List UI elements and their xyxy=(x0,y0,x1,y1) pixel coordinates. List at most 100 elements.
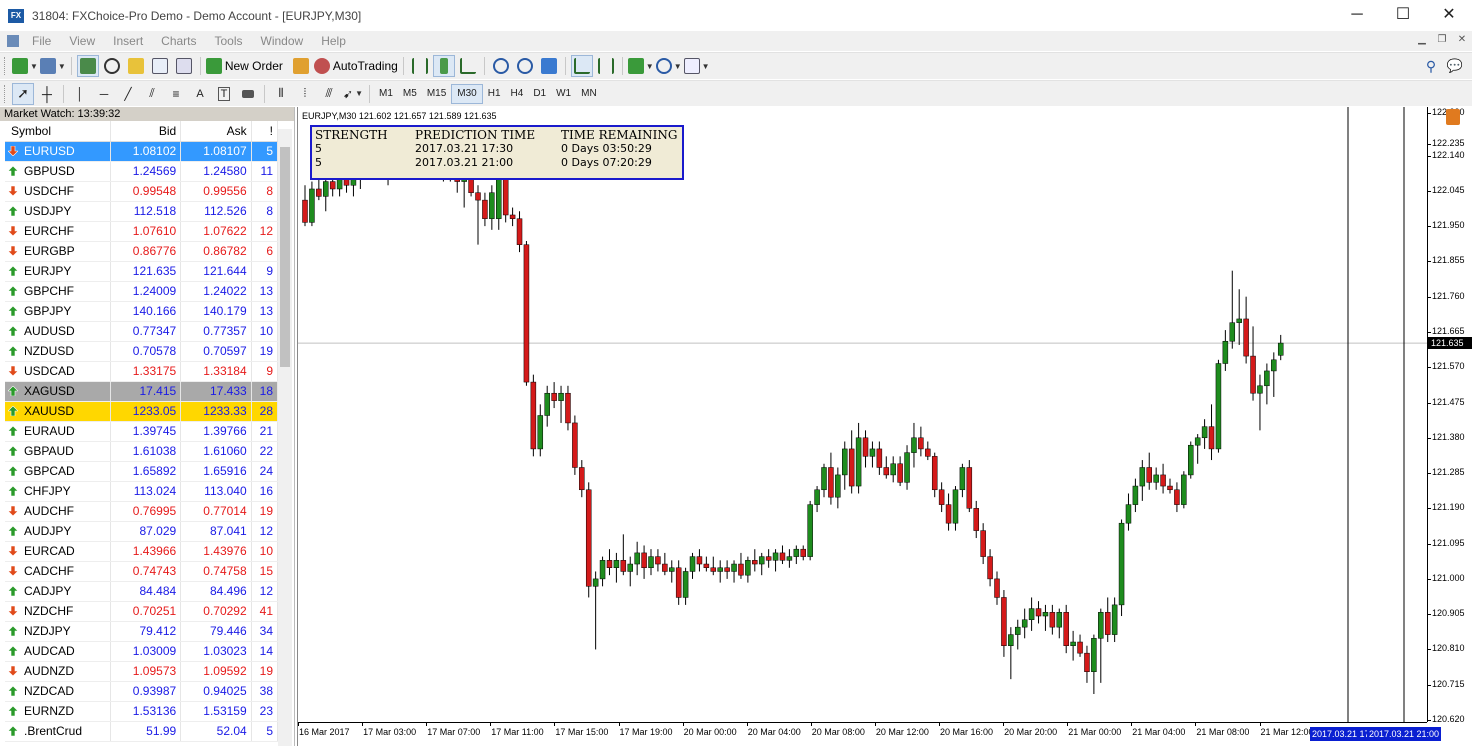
menu-charts[interactable]: Charts xyxy=(152,34,205,48)
metaeditor-button[interactable] xyxy=(290,55,312,77)
chat-button[interactable]: 💬 xyxy=(1444,55,1466,77)
market-watch-toggle[interactable] xyxy=(76,55,99,77)
market-watch-row[interactable]: NZDJPY 79.412 79.446 34 xyxy=(5,621,279,642)
market-watch-row[interactable]: XAGUSD 17.415 17.433 18 xyxy=(5,381,279,402)
market-watch-row[interactable]: EURCAD 1.43966 1.43976 10 xyxy=(5,541,279,562)
maximize-button[interactable]: ☐ xyxy=(1380,0,1426,31)
market-watch-row[interactable]: EURAUD 1.39745 1.39766 21 xyxy=(5,421,279,442)
crosshair-button[interactable]: ┼ xyxy=(36,83,58,105)
market-watch-row[interactable]: XAUUSD 1233.05 1233.33 28 xyxy=(5,401,279,422)
arrows-button[interactable]: ➹ ▼ xyxy=(342,83,364,105)
minimize-button[interactable]: ─ xyxy=(1334,0,1380,31)
timeframe-h1[interactable]: H1 xyxy=(483,84,506,104)
market-watch-row[interactable]: CADJPY 84.484 84.496 12 xyxy=(5,581,279,602)
mdi-restore-icon[interactable]: ❐ xyxy=(1436,34,1448,46)
gann-fan-button[interactable]: ⦀ xyxy=(270,83,292,105)
market-watch-row[interactable]: CADCHF 0.74743 0.74758 15 xyxy=(5,561,279,582)
strategy-tester-toggle[interactable] xyxy=(173,55,195,77)
column-header-bid[interactable]: Bid xyxy=(110,121,182,142)
horizontal-line-button[interactable]: ─ xyxy=(93,83,115,105)
column-header-symbol[interactable]: Symbol xyxy=(5,121,111,142)
chart-window-icon[interactable] xyxy=(7,35,19,47)
timeframe-m30[interactable]: M30 xyxy=(451,83,483,104)
indicators-button[interactable]: ▼ xyxy=(627,55,654,77)
menu-window[interactable]: Window xyxy=(252,34,313,48)
fibonacci-button[interactable]: ≡ xyxy=(165,83,187,105)
market-watch-scrollbar[interactable] xyxy=(278,129,292,746)
market-watch-row[interactable]: GBPCAD 1.65892 1.65916 24 xyxy=(5,461,279,482)
market-watch-row[interactable]: .BrentCrud 51.99 52.04 5 xyxy=(5,721,279,742)
market-watch-row[interactable]: USDCHF 0.99548 0.99556 8 xyxy=(5,181,279,202)
menu-insert[interactable]: Insert xyxy=(104,34,152,48)
terminal-toggle[interactable] xyxy=(149,55,171,77)
market-watch-row[interactable]: AUDCAD 1.03009 1.03023 14 xyxy=(5,641,279,662)
candlestick-chart[interactable] xyxy=(298,107,1427,722)
column-header-ask[interactable]: Ask xyxy=(180,121,252,142)
mdi-close-icon[interactable]: ✕ xyxy=(1456,34,1468,46)
zoom-out-button[interactable] xyxy=(514,55,536,77)
line-chart-button[interactable] xyxy=(457,55,479,77)
vertical-line-button[interactable]: │ xyxy=(69,83,91,105)
timeframe-h4[interactable]: H4 xyxy=(506,84,529,104)
bar-chart-button[interactable] xyxy=(409,55,431,77)
toolbar-grip[interactable] xyxy=(4,57,8,75)
tile-windows-button[interactable] xyxy=(538,55,560,77)
data-window-toggle[interactable] xyxy=(101,55,123,77)
close-button[interactable]: ✕ xyxy=(1426,0,1472,31)
candlestick-button[interactable] xyxy=(432,55,455,77)
market-watch-row[interactable]: EURUSD 1.08102 1.08107 5 xyxy=(5,141,279,162)
menu-help[interactable]: Help xyxy=(312,34,355,48)
market-watch-row[interactable]: AUDJPY 87.029 87.041 12 xyxy=(5,521,279,542)
mdi-minimize-icon[interactable]: ▁ xyxy=(1416,34,1428,46)
autoscroll-button[interactable] xyxy=(570,55,593,77)
time-axis[interactable]: 16 Mar 2017 17 Mar 03:00 17 Mar 07:00 17 Ma… xyxy=(298,722,1442,746)
timeframe-m5[interactable]: M5 xyxy=(398,84,422,104)
scrollbar-thumb[interactable] xyxy=(280,147,290,367)
timeframe-m15[interactable]: M15 xyxy=(422,84,451,104)
market-watch-row[interactable]: EURGBP 0.86776 0.86782 6 xyxy=(5,241,279,262)
text-button[interactable]: A xyxy=(189,83,211,105)
timeframe-w1[interactable]: W1 xyxy=(551,84,576,104)
market-watch-row[interactable]: EURNZD 1.53136 1.53159 23 xyxy=(5,701,279,722)
timeframe-mn[interactable]: MN xyxy=(576,84,602,104)
market-watch-row[interactable]: NZDCAD 0.93987 0.94025 38 xyxy=(5,681,279,702)
market-watch-row[interactable]: GBPUSD 1.24569 1.24580 11 xyxy=(5,161,279,182)
cursor-button[interactable]: ➚ xyxy=(12,82,34,105)
timeframe-d1[interactable]: D1 xyxy=(528,84,551,104)
market-watch-row[interactable]: USDJPY 112.518 112.526 8 xyxy=(5,201,279,222)
market-watch-row[interactable]: USDCAD 1.33175 1.33184 9 xyxy=(5,361,279,382)
market-watch-row[interactable]: GBPJPY 140.166 140.179 13 xyxy=(5,301,279,322)
market-watch-row[interactable]: EURCHF 1.07610 1.07622 12 xyxy=(5,221,279,242)
toolbar-grip[interactable] xyxy=(4,84,8,103)
search-button[interactable]: ⚲ xyxy=(1420,55,1442,77)
menu-file[interactable]: File xyxy=(23,34,60,48)
market-watch-row[interactable]: NZDUSD 0.70578 0.70597 19 xyxy=(5,341,279,362)
new-order-button[interactable]: New Order xyxy=(205,55,283,77)
market-watch-row[interactable]: GBPCHF 1.24009 1.24022 13 xyxy=(5,281,279,302)
timeframe-m1[interactable]: M1 xyxy=(374,84,398,104)
navigator-toggle[interactable] xyxy=(125,55,147,77)
profiles-button[interactable]: ▼ xyxy=(39,55,66,77)
chart-shift-button[interactable] xyxy=(595,55,617,77)
zoom-in-button[interactable] xyxy=(490,55,512,77)
new-chart-button[interactable]: ▼ xyxy=(12,55,38,77)
cycle-lines-button[interactable]: ⦙ xyxy=(294,83,316,105)
market-watch-row[interactable]: AUDNZD 1.09573 1.09592 19 xyxy=(5,661,279,682)
market-watch-row[interactable]: AUDCHF 0.76995 0.77014 19 xyxy=(5,501,279,522)
market-watch-row[interactable]: EURJPY 121.635 121.644 9 xyxy=(5,261,279,282)
price-axis[interactable]: 122.230122.235122.140122.045121.950121.8… xyxy=(1427,107,1472,724)
menu-tools[interactable]: Tools xyxy=(206,34,252,48)
periods-button[interactable]: ▼ xyxy=(655,55,682,77)
market-watch-row[interactable]: NZDCHF 0.70251 0.70292 41 xyxy=(5,601,279,622)
menu-view[interactable]: View xyxy=(60,34,104,48)
text-label-button[interactable]: T xyxy=(213,83,235,105)
chart-window[interactable]: EURJPY,M30 121.602 121.657 121.589 121.6… xyxy=(297,107,1472,746)
lock-icon[interactable] xyxy=(1446,109,1460,125)
market-watch-row[interactable]: CHFJPY 113.024 113.040 16 xyxy=(5,481,279,502)
column-header-spread[interactable]: ! xyxy=(251,121,279,142)
market-watch-row[interactable]: GBPAUD 1.61038 1.61060 22 xyxy=(5,441,279,462)
equidistant-channel-button[interactable]: ⫽ xyxy=(141,83,163,105)
autotrading-button[interactable]: AutoTrading xyxy=(313,55,398,77)
rectangle-label-button[interactable] xyxy=(237,83,259,105)
templates-button[interactable]: ▼ xyxy=(683,55,710,77)
